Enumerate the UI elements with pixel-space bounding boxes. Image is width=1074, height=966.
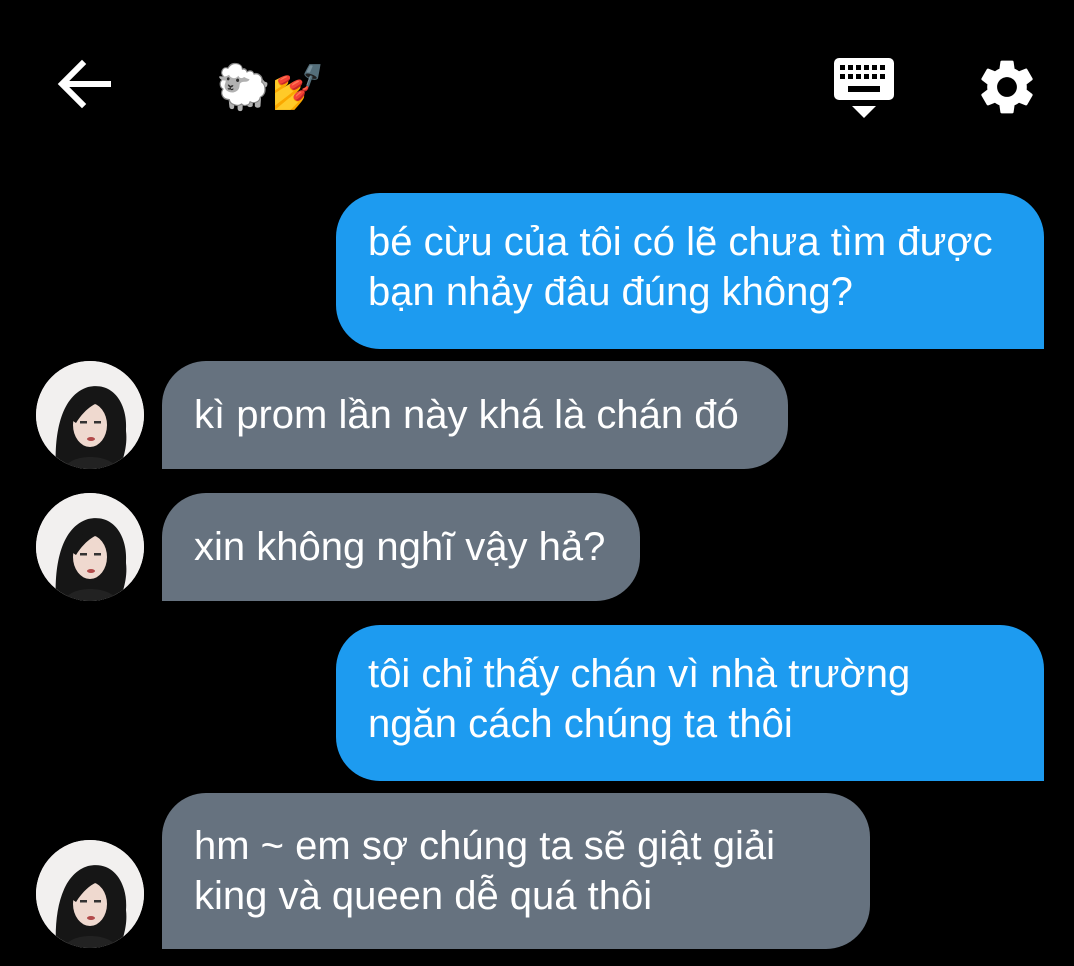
back-button[interactable]: [52, 52, 116, 116]
message-bubble-sent[interactable]: bé cừu của tôi có lẽ chưa tìm được bạn n…: [336, 193, 1044, 349]
profile-photo-icon: [36, 361, 144, 469]
profile-photo-icon: [36, 840, 144, 948]
avatar[interactable]: [36, 493, 144, 601]
gear-icon: [981, 60, 1033, 114]
message-text: hm ~ em sợ chúng ta sẽ giật giải king và…: [194, 824, 775, 918]
avatar[interactable]: [36, 361, 144, 469]
chat-title[interactable]: 🐑💅: [216, 58, 326, 118]
message-bubble-received[interactable]: xin không nghĩ vậy hả?: [162, 493, 640, 601]
chat-header: 🐑💅: [0, 0, 1074, 170]
message-text: kì prom lần này khá là chán đó: [194, 393, 739, 437]
settings-button[interactable]: [974, 54, 1040, 120]
keyboard-icon: [834, 58, 894, 118]
message-bubble-received[interactable]: hm ~ em sợ chúng ta sẽ giật giải king và…: [162, 793, 870, 949]
profile-photo-icon: [36, 493, 144, 601]
arrow-left-icon: [57, 59, 111, 109]
avatar[interactable]: [36, 840, 144, 948]
message-text: xin không nghĩ vậy hả?: [194, 525, 606, 569]
message-bubble-sent[interactable]: tôi chỉ thấy chán vì nhà trường ngăn các…: [336, 625, 1044, 781]
message-bubble-received[interactable]: kì prom lần này khá là chán đó: [162, 361, 788, 469]
keyboard-button[interactable]: [830, 54, 898, 120]
